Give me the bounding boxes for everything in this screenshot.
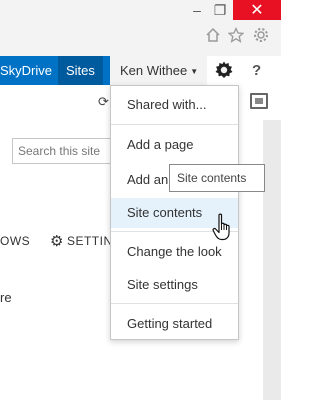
search-input[interactable]: Search this site — [12, 138, 112, 164]
menu-item-shared-with[interactable]: Shared with... — [111, 90, 238, 120]
home-icon[interactable] — [204, 26, 222, 44]
skydrive-link[interactable]: SkyDrive — [0, 56, 58, 85]
suite-bar-nav: SkyDrive Sites — [0, 56, 110, 85]
menu-item-getting-started[interactable]: Getting started — [111, 309, 238, 339]
hand-pointer-cursor-icon — [212, 213, 234, 241]
restore-icon[interactable]: ❐ — [205, 0, 235, 20]
user-name: Ken Withee — [120, 63, 188, 78]
browser-settings-gear-icon[interactable] — [252, 26, 270, 44]
chevron-down-icon: ▼ — [190, 67, 199, 77]
focus-on-content-icon[interactable] — [250, 93, 268, 109]
user-menu[interactable]: Ken Withee ▼ — [110, 56, 207, 85]
follow-command[interactable]: OWS — [0, 234, 30, 248]
help-button[interactable]: ? — [252, 56, 261, 85]
sync-icon[interactable]: ⟳ — [98, 94, 109, 110]
tooltip: Site contents — [169, 164, 265, 192]
settings-command[interactable]: ⚙ SETTIN — [50, 232, 113, 250]
menu-divider — [111, 124, 238, 125]
menu-divider — [111, 303, 238, 304]
gear-icon: ⚙ — [50, 233, 64, 250]
suite-bar: SkyDrive Sites Ken Withee ▼ ? — [0, 56, 281, 85]
sites-link[interactable]: Sites — [58, 56, 103, 85]
scrollbar[interactable] — [263, 120, 281, 400]
favorites-star-icon[interactable] — [227, 26, 245, 44]
settings-command-label: SETTIN — [66, 234, 113, 248]
settings-gear-icon[interactable] — [213, 60, 235, 82]
menu-item-site-settings[interactable]: Site settings — [111, 270, 238, 300]
browser-chrome: – ❐ ✕ — [0, 0, 281, 56]
menu-item-change-the-look[interactable]: Change the look — [111, 237, 238, 267]
page-text-fragment: re — [0, 290, 12, 305]
menu-item-add-a-page[interactable]: Add a page — [111, 130, 238, 160]
close-icon[interactable]: ✕ — [233, 0, 281, 20]
